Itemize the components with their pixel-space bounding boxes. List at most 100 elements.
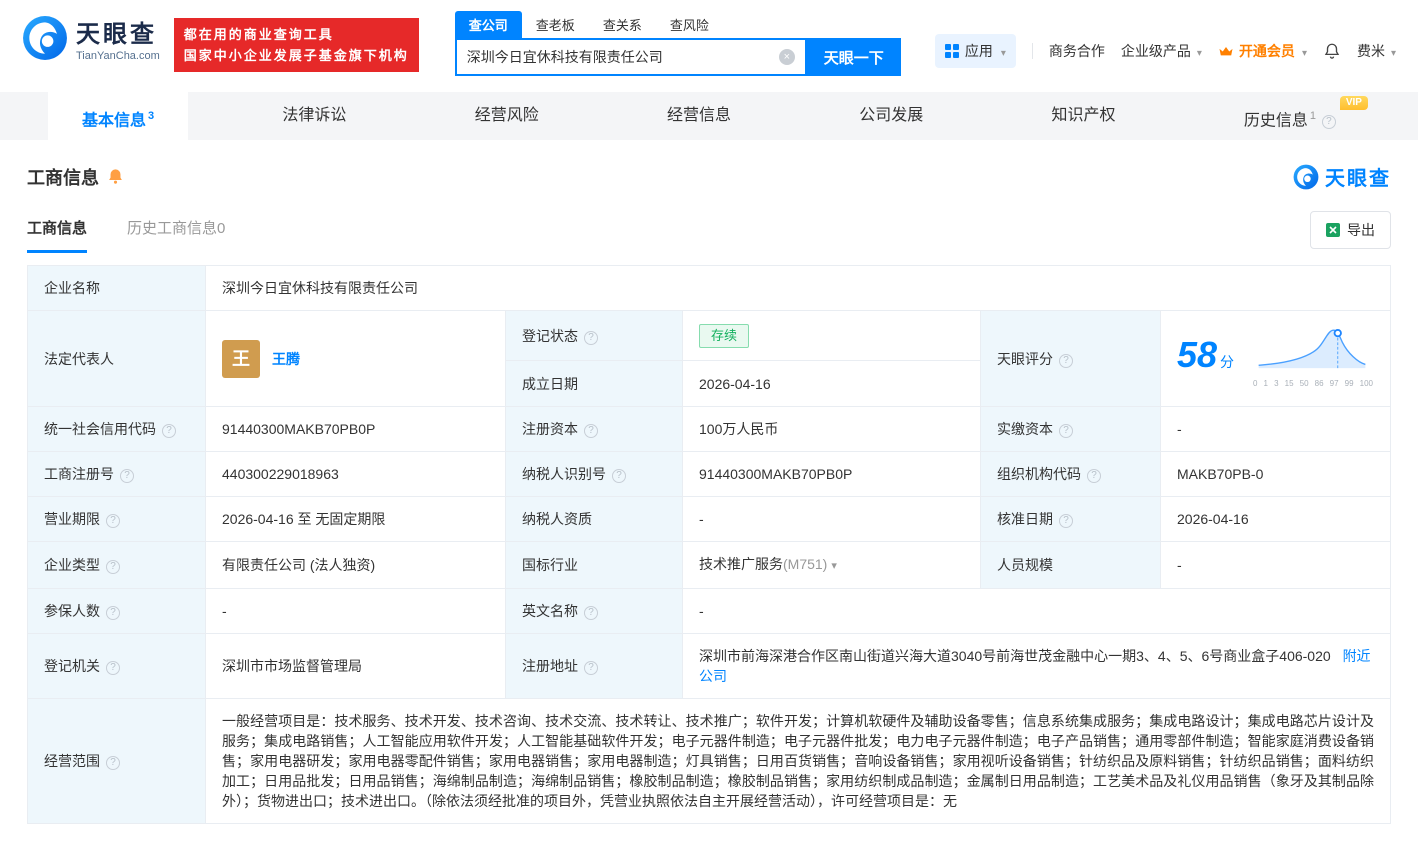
table-row: 企业类型 有限责任公司 (法人独资) 国标行业 技术推广服务(M751) 人员规… — [27, 541, 1391, 589]
address-label-text: 注册地址 — [522, 658, 578, 674]
search-tab-2[interactable]: 查老板 — [522, 11, 589, 38]
chevron-down-icon — [1300, 43, 1307, 59]
help-icon[interactable] — [106, 606, 120, 620]
notification-bell-icon[interactable] — [1323, 42, 1341, 60]
business-cooperation-link[interactable]: 商务合作 — [1049, 41, 1105, 61]
search-box — [454, 38, 807, 76]
nav-tab-4[interactable]: 经营信息 — [633, 92, 765, 140]
vip-badge: VIP — [1339, 96, 1368, 110]
table-row: 登记机关 深圳市市场监督管理局 注册地址 深圳市前海深港合作区南山街道兴海大道3… — [27, 633, 1391, 699]
english-name-label-text: 英文名称 — [522, 603, 578, 619]
chart-tick: 0 — [1253, 379, 1258, 388]
search-input[interactable] — [466, 49, 779, 65]
business-scope-label-text: 经营范围 — [44, 753, 100, 769]
org-code-label: 组织机构代码 — [980, 451, 1161, 497]
nav-tab-2[interactable]: 法律诉讼 — [248, 92, 380, 140]
english-name-value: - — [682, 588, 1391, 634]
help-icon[interactable] — [584, 661, 598, 675]
monitor-bell-icon[interactable] — [107, 168, 124, 185]
nav-tab-label: 公司发展 — [859, 107, 924, 124]
chart-tick: 3 — [1274, 379, 1279, 388]
nav-tab-label: 知识产权 — [1051, 107, 1116, 124]
help-icon[interactable] — [106, 514, 120, 528]
english-name-label: 英文名称 — [505, 588, 683, 634]
tab-history-business-info[interactable]: 历史工商信息0 — [127, 217, 225, 253]
address-value: 深圳市前海深港合作区南山街道兴海大道3040号前海世茂金融中心一期3、4、5、6… — [699, 648, 1331, 664]
tianyancha-logo[interactable]: 天眼查 TianYanCha.com — [22, 14, 160, 62]
help-icon[interactable] — [1059, 514, 1073, 528]
enterprise-product-menu[interactable]: 企业级产品 — [1121, 41, 1202, 61]
watermark-label: 天眼查 — [1325, 168, 1391, 190]
status-badge: 存续 — [699, 323, 750, 348]
legal-rep-link[interactable]: 王腾 — [272, 349, 300, 369]
reg-capital-label-text: 注册资本 — [522, 421, 578, 437]
enterprise-product-label: 企业级产品 — [1120, 43, 1191, 59]
chart-tick: 15 — [1284, 379, 1294, 388]
help-icon[interactable] — [1059, 424, 1073, 438]
nav-tab-5[interactable]: 公司发展 — [825, 92, 957, 140]
apps-menu-label: 应用 — [964, 43, 993, 59]
nav-tab-6[interactable]: 知识产权 — [1018, 92, 1150, 140]
help-icon[interactable] — [1087, 469, 1101, 483]
divider — [1031, 43, 1033, 59]
paid-capital-value: - — [1160, 406, 1391, 452]
legal-rep-avatar[interactable]: 王 — [222, 339, 260, 378]
help-icon[interactable] — [120, 469, 134, 483]
nav-tab-label: 经营信息 — [666, 107, 731, 124]
score-unit: 分 — [1220, 354, 1235, 370]
export-button[interactable]: 导出 — [1310, 211, 1391, 249]
staff-size-value: - — [1160, 541, 1391, 589]
reg-number-label-text: 工商注册号 — [44, 466, 114, 482]
help-icon[interactable] — [584, 330, 598, 345]
search-tab-4[interactable]: 查风险 — [656, 11, 723, 38]
nav-tab-3[interactable]: 经营风险 — [441, 92, 573, 140]
help-icon[interactable] — [1321, 115, 1336, 130]
chevron-down-icon[interactable] — [827, 556, 837, 572]
username-label: 费米 — [1356, 43, 1385, 59]
nav-tab-label: 基本信息 — [82, 112, 147, 130]
user-menu[interactable]: 费米 — [1357, 41, 1396, 61]
logo-domain: TianYanCha.com — [76, 50, 160, 62]
help-icon[interactable] — [612, 469, 626, 483]
crown-icon — [1219, 46, 1233, 55]
business-info-table: 企业名称 深圳今日宜休科技有限责任公司 法定代表人 王 王腾 登记状态 存续 天… — [27, 265, 1391, 824]
reg-status-label-text: 登记状态 — [522, 327, 578, 344]
help-icon[interactable] — [106, 661, 120, 675]
search-button[interactable]: 天眼一下 — [806, 38, 901, 76]
table-row: 法定代表人 王 王腾 登记状态 存续 天眼评分 58分 — [27, 309, 1391, 407]
taxpayer-id-label-text: 纳税人识别号 — [522, 466, 606, 482]
nav-tab-7[interactable]: VIP 历史信息 1 — [1210, 92, 1370, 140]
table-row: 参保人数 - 英文名称 - — [27, 588, 1391, 634]
reg-capital-value: 100万人民币 — [682, 406, 981, 452]
chart-tick: 97 — [1329, 379, 1339, 388]
header-menu: 应用 商务合作 企业级产品 开通会员 费米 — [934, 34, 1396, 68]
clear-search-icon[interactable] — [778, 49, 795, 65]
nav-tab-count: 1 — [1309, 110, 1316, 122]
score-label: 天眼评分 — [980, 310, 1161, 407]
search-tab-3[interactable]: 查关系 — [589, 11, 656, 38]
business-term-value: 2026-04-16 至 无固定期限 — [205, 496, 506, 542]
nav-tab-label: 经营风险 — [474, 107, 539, 124]
help-icon[interactable] — [106, 560, 120, 574]
apps-menu[interactable]: 应用 — [934, 34, 1016, 68]
industry-label: 国标行业 — [505, 541, 683, 589]
company-type-label: 企业类型 — [27, 541, 206, 589]
establish-date-value: 2026-04-16 — [682, 360, 981, 407]
help-icon[interactable] — [1059, 353, 1073, 368]
search-tab-1[interactable]: 查公司 — [454, 11, 522, 38]
excel-icon — [1326, 223, 1340, 237]
vip-membership-link[interactable]: 开通会员 — [1218, 41, 1307, 61]
tab-business-info[interactable]: 工商信息 — [27, 217, 88, 253]
help-icon[interactable] — [106, 756, 120, 770]
company-name-label: 企业名称 — [27, 265, 206, 311]
top-bar: 天眼查 TianYanCha.com 都在用的商业查询工具 国家中小企业发展子基… — [0, 0, 1418, 84]
score-label-text: 天眼评分 — [997, 350, 1053, 367]
reg-status-label: 登记状态 — [505, 309, 683, 362]
nav-tab-1[interactable]: 基本信息 3 — [48, 92, 189, 140]
company-type-label-text: 企业类型 — [44, 557, 100, 573]
help-icon[interactable] — [584, 606, 598, 620]
help-icon[interactable] — [162, 424, 176, 438]
address-label: 注册地址 — [505, 633, 683, 699]
score-cell: 58 分 0 1 3 15 50 86 97 99 100 — [1160, 310, 1391, 407]
help-icon[interactable] — [584, 424, 598, 438]
